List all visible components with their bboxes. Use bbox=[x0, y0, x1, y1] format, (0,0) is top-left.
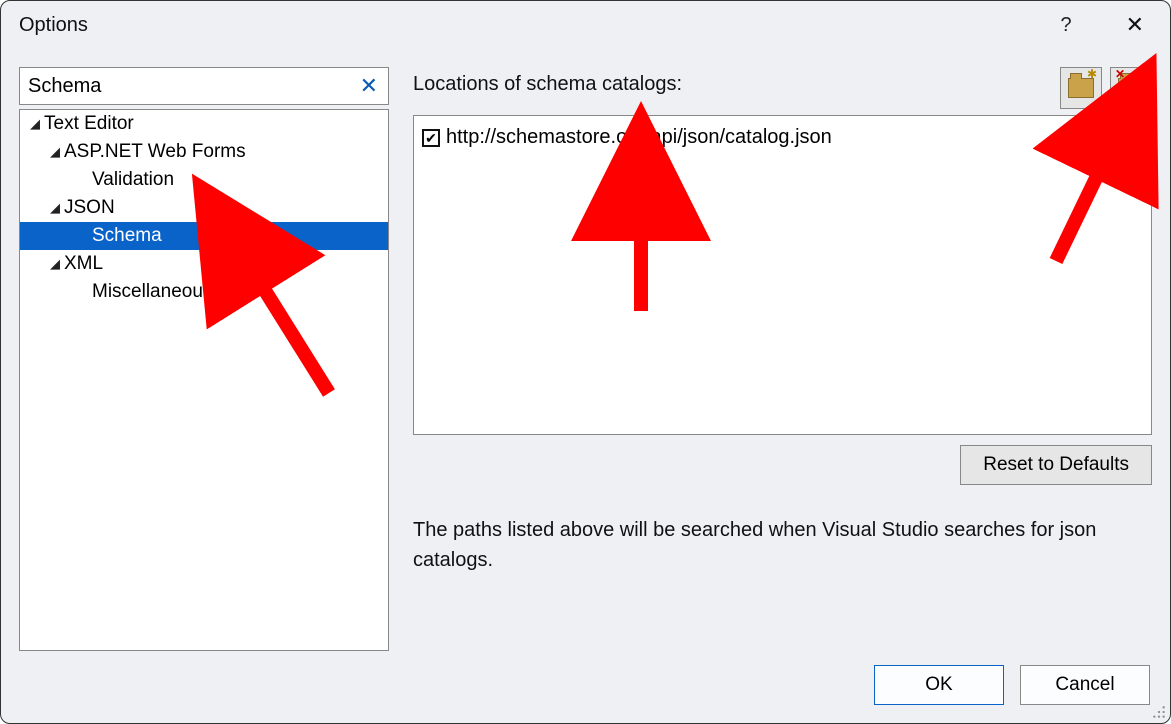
expand-arrow-icon: ◢ bbox=[30, 116, 44, 132]
search-wrap: ✕ bbox=[19, 67, 389, 105]
catalog-item[interactable]: ✔ http://schemastore.org/api/json/catalog… bbox=[422, 126, 1143, 149]
tree-item-asp-net-web-forms[interactable]: ◢ASP.NET Web Forms bbox=[20, 138, 388, 166]
catalog-item-checkbox[interactable]: ✔ bbox=[422, 129, 440, 147]
catalog-buttons bbox=[1060, 67, 1152, 109]
dialog-footer: OK Cancel bbox=[1, 651, 1170, 723]
cancel-button[interactable]: Cancel bbox=[1020, 665, 1150, 705]
search-input[interactable] bbox=[20, 71, 350, 102]
tree-item-schema[interactable]: Schema bbox=[20, 222, 388, 250]
reset-row: Reset to Defaults bbox=[413, 445, 1152, 485]
delete-folder-icon bbox=[1118, 78, 1144, 98]
tree-item-label: XML bbox=[64, 253, 103, 275]
tree-item-label: JSON bbox=[64, 197, 115, 219]
catalog-description: The paths listed above will be searched … bbox=[413, 515, 1133, 575]
tree-item-label: Text Editor bbox=[44, 113, 134, 135]
expand-arrow-icon: ◢ bbox=[50, 256, 64, 272]
reset-defaults-button[interactable]: Reset to Defaults bbox=[960, 445, 1152, 485]
tree-item-validation[interactable]: Validation bbox=[20, 166, 388, 194]
ok-button[interactable]: OK bbox=[874, 665, 1004, 705]
expand-arrow-icon: ◢ bbox=[50, 144, 64, 160]
options-tree[interactable]: ◢Text Editor◢ASP.NET Web FormsValidation… bbox=[19, 109, 389, 651]
help-icon[interactable]: ? bbox=[1050, 10, 1081, 41]
tree-item-miscellaneous[interactable]: Miscellaneous bbox=[20, 278, 388, 306]
tree-item-text-editor[interactable]: ◢Text Editor bbox=[20, 110, 388, 138]
close-icon[interactable]: ✕ bbox=[1114, 8, 1156, 42]
dialog-body: ✕ ◢Text Editor◢ASP.NET Web FormsValidati… bbox=[1, 49, 1170, 651]
add-catalog-button[interactable] bbox=[1060, 67, 1102, 109]
catalog-item-url: http://schemastore.org/api/json/catalog.… bbox=[446, 126, 832, 149]
tree-item-xml[interactable]: ◢XML bbox=[20, 250, 388, 278]
tree-item-label: Miscellaneous bbox=[92, 281, 212, 303]
remove-catalog-button[interactable] bbox=[1110, 67, 1152, 109]
clear-search-icon[interactable]: ✕ bbox=[350, 73, 388, 99]
tree-item-json[interactable]: ◢JSON bbox=[20, 194, 388, 222]
titlebar: Options ? ✕ bbox=[1, 1, 1170, 49]
catalog-list[interactable]: ✔ http://schemastore.org/api/json/catalog… bbox=[413, 115, 1152, 435]
tree-item-label: Schema bbox=[92, 225, 162, 247]
tree-item-label: Validation bbox=[92, 169, 174, 191]
expand-arrow-icon: ◢ bbox=[50, 200, 64, 216]
options-dialog: Options ? ✕ ✕ ◢Text Editor◢ASP.NET Web F… bbox=[0, 0, 1171, 724]
titlebar-controls: ? ✕ bbox=[1050, 8, 1156, 42]
left-pane: ✕ ◢Text Editor◢ASP.NET Web FormsValidati… bbox=[19, 67, 389, 651]
window-title: Options bbox=[19, 14, 88, 37]
new-folder-icon bbox=[1068, 78, 1094, 98]
resize-grip-icon[interactable] bbox=[1152, 705, 1166, 719]
right-pane: Locations of schema catalogs: ✔ http://sc… bbox=[413, 67, 1152, 651]
tree-item-label: ASP.NET Web Forms bbox=[64, 141, 246, 163]
catalog-label: Locations of schema catalogs: bbox=[413, 67, 682, 96]
catalog-header: Locations of schema catalogs: bbox=[413, 67, 1152, 115]
